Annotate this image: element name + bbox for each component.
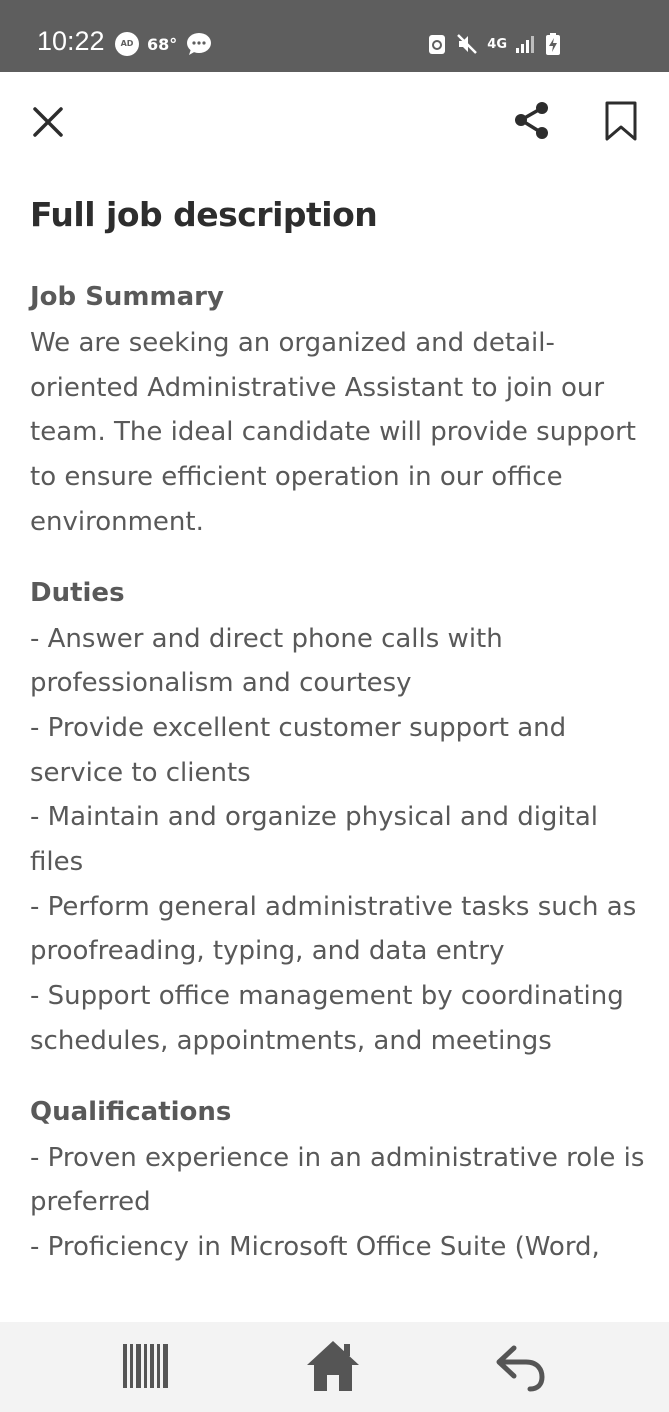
back-icon	[496, 1345, 545, 1392]
section-heading: Qualifications	[30, 1096, 232, 1127]
list-item: - Maintain and organize physical and dig…	[30, 802, 599, 878]
home-icon	[307, 1341, 359, 1391]
ad-blocker-icon: AD	[115, 32, 139, 56]
section-heading: Job Summary	[30, 282, 224, 312]
list-item: - Answer and direct phone calls with pro…	[30, 623, 503, 699]
list-item: - Proficiency in Microsoft Office Suite …	[30, 1231, 600, 1262]
page-title: Full job description	[30, 195, 378, 234]
system-navigation-bar	[0, 1322, 669, 1412]
share-icon	[515, 102, 548, 139]
share-button[interactable]	[510, 99, 554, 143]
top-action-bar	[0, 72, 669, 172]
network-type-label: 4G	[487, 36, 507, 52]
recent-apps-icon	[123, 1344, 168, 1388]
home-button[interactable]	[304, 1338, 362, 1394]
duties-section: Duties - Answer and direct phone calls w…	[30, 573, 645, 1064]
status-bar: 10:22 AD 68° 4G	[0, 0, 669, 72]
status-right-icons: 4G	[427, 30, 561, 58]
list-item: - Proven experience in an administrative…	[30, 1142, 645, 1218]
list-item: - Provide excellent customer support and…	[30, 712, 567, 788]
list-item: - Perform general administrative tasks s…	[30, 891, 637, 967]
section-body: We are seeking an organized and detail-o…	[30, 328, 636, 537]
chat-bubble-icon	[187, 33, 212, 55]
signal-strength-icon	[516, 36, 534, 53]
qualifications-list: - Proven experience in an administrative…	[30, 1136, 645, 1270]
qualifications-section: Qualifications - Proven experience in an…	[30, 1092, 645, 1270]
close-icon	[33, 107, 63, 137]
status-left-icons: AD 68°	[115, 30, 213, 58]
duties-list: - Answer and direct phone calls with pro…	[30, 617, 645, 1064]
bookmark-icon	[605, 101, 637, 141]
list-item: - Support office management by coordinat…	[30, 981, 624, 1056]
section-heading: Duties	[30, 577, 125, 608]
battery-charging-icon	[546, 33, 560, 55]
status-time: 10:22	[37, 26, 105, 56]
mute-icon	[457, 34, 478, 54]
close-button[interactable]	[28, 102, 68, 142]
bookmark-button[interactable]	[601, 99, 641, 143]
weather-temperature: 68°	[147, 34, 178, 54]
back-button[interactable]	[494, 1342, 548, 1394]
recent-apps-button[interactable]	[120, 1340, 172, 1392]
job-summary-section: Job Summary We are seeking an organized …	[30, 277, 645, 545]
recycle-sync-icon	[429, 35, 446, 54]
job-description-content: Full job description Job Summary We are …	[30, 193, 645, 1298]
